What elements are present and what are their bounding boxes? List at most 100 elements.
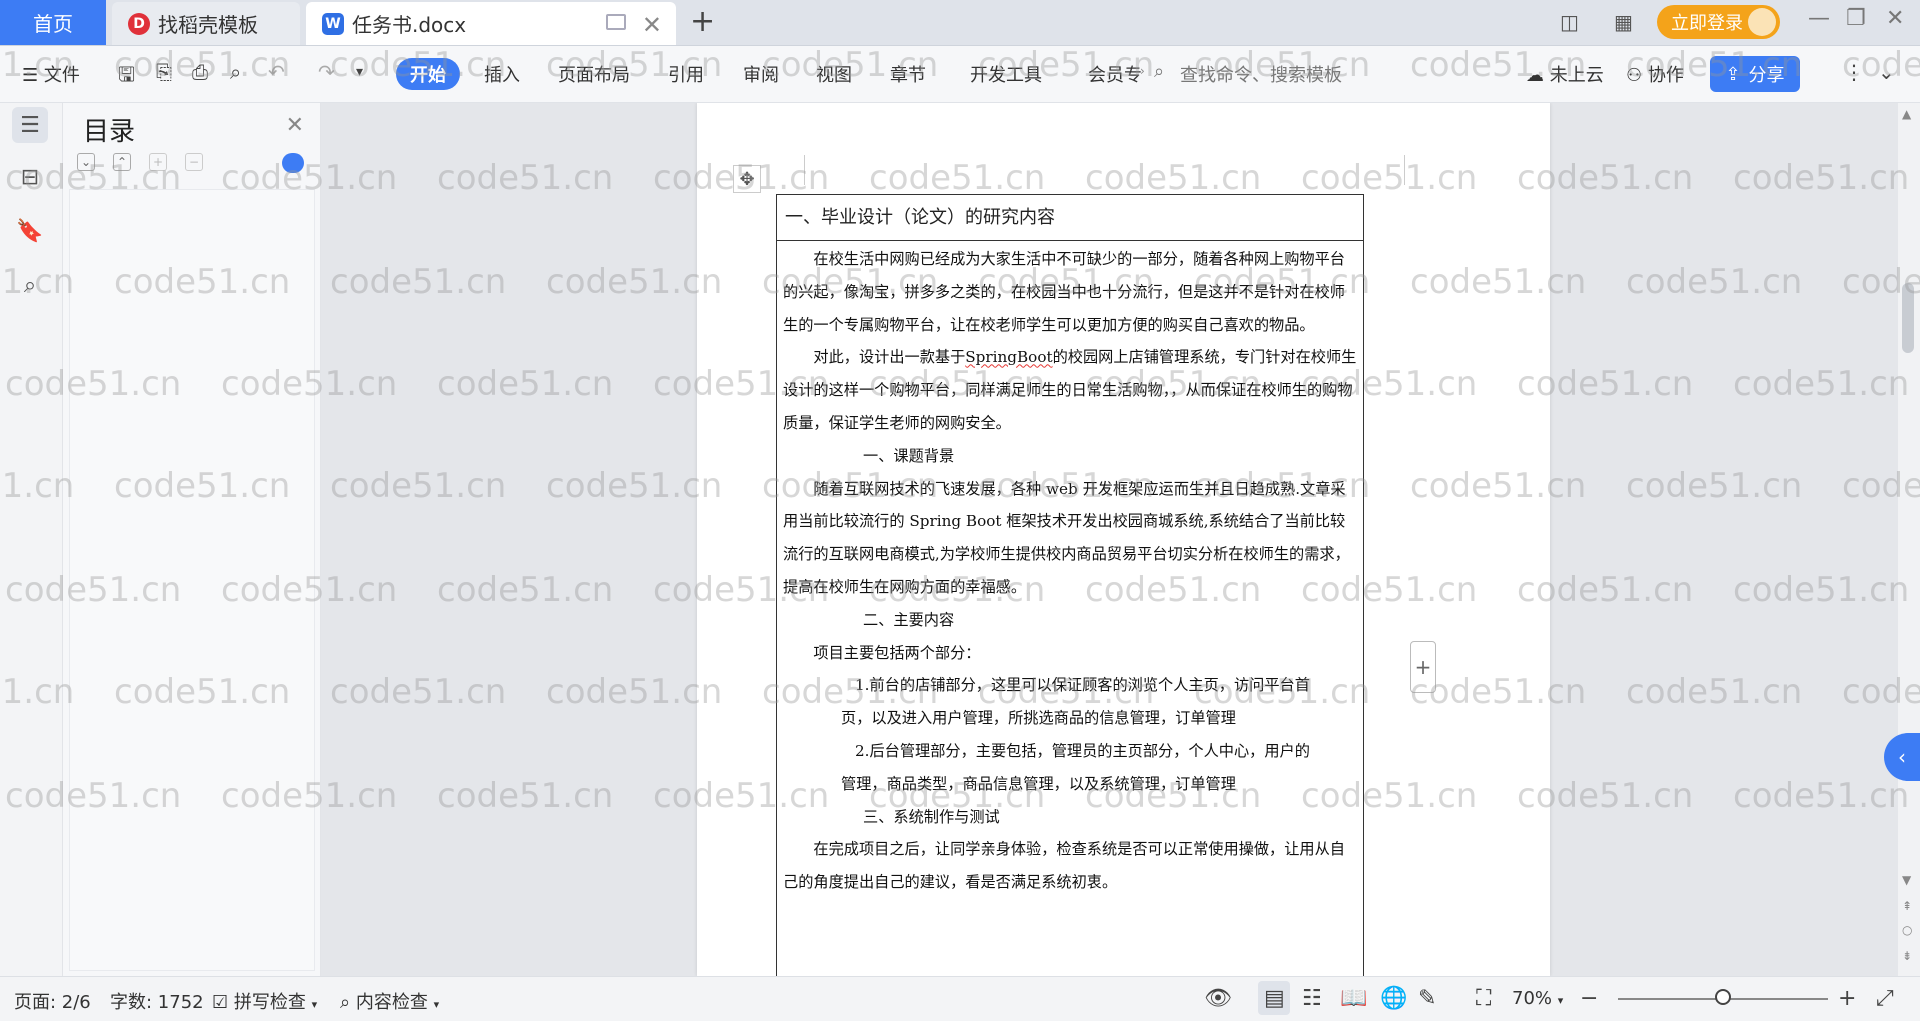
tab-page-layout[interactable]: 页面布局 bbox=[558, 61, 630, 87]
collaborate-button[interactable]: ⚇ 协作 bbox=[1626, 61, 1684, 87]
tab-home[interactable]: 首页 bbox=[0, 0, 106, 45]
tab-view[interactable]: 视图 bbox=[816, 61, 852, 87]
collapse-all-icon[interactable]: ⌃ bbox=[113, 153, 131, 171]
fit-page-icon[interactable]: ⛶ bbox=[1476, 986, 1491, 1011]
expand-all-icon[interactable]: ⌄ bbox=[77, 153, 95, 171]
tab-template-store[interactable]: D 找稻壳模板 bbox=[112, 2, 300, 45]
tab-start-label: 开始 bbox=[410, 65, 446, 86]
export-icon[interactable]: ⎘ bbox=[156, 60, 172, 84]
add-heading-icon[interactable]: + bbox=[149, 153, 167, 171]
new-tab-plus-icon[interactable]: + bbox=[690, 4, 715, 39]
print-preview-icon[interactable]: ⌕ bbox=[230, 60, 241, 84]
ribbon-more-icon[interactable]: › bbox=[1140, 64, 1145, 78]
print-icon[interactable]: ⎙ bbox=[192, 60, 208, 84]
monitor-icon[interactable] bbox=[606, 14, 626, 30]
find-icon[interactable]: ⌕ bbox=[12, 267, 48, 303]
scroll-down-icon[interactable]: ▼ bbox=[1902, 873, 1911, 887]
zoom-in-icon[interactable]: + bbox=[1838, 986, 1856, 1011]
avatar bbox=[1748, 8, 1776, 36]
scroll-thumb[interactable] bbox=[1902, 283, 1914, 353]
spell-check-button[interactable]: ☑ 拼写检查 ▾ bbox=[212, 988, 317, 1014]
close-pane-icon[interactable]: ✕ bbox=[286, 113, 304, 138]
list-item-line: 页，以及进入用户管理，所挑选商品的信息管理，订单管理 bbox=[841, 709, 1236, 728]
collaborate-label: 协作 bbox=[1647, 65, 1684, 86]
minimize-icon[interactable]: — bbox=[1808, 6, 1830, 31]
hamburger-icon: ☰ bbox=[22, 65, 39, 86]
select-browse-icon[interactable]: ○ bbox=[1902, 923, 1912, 937]
more-options-icon[interactable]: ⋮ bbox=[1844, 60, 1864, 84]
zoom-level[interactable]: 70% ▾ bbox=[1512, 988, 1563, 1009]
command-search-placeholder: 查找命令、搜索模板 bbox=[1180, 65, 1342, 86]
window-close-icon[interactable]: ✕ bbox=[1886, 6, 1904, 31]
status-bar: 页面: 2/6 字数: 1752 ☑ 拼写检查 ▾ ⌕ 内容检查 ▾ 👁 ▤ ☷… bbox=[0, 976, 1920, 1021]
zoom-level-value: 70% bbox=[1512, 988, 1553, 1009]
restore-icon[interactable]: ❐ bbox=[1846, 6, 1866, 31]
smart-toc-icon[interactable] bbox=[282, 153, 304, 173]
paragraph: 在完成项目之后，让同学亲身体验，检查系统是否可以正常使用操做，让用从自己的角度提… bbox=[783, 840, 1345, 892]
share-button[interactable]: ⇪ 分享 bbox=[1710, 56, 1800, 92]
content-check-button[interactable]: ⌕ 内容检查 ▾ bbox=[340, 988, 439, 1014]
cloud-status-label: 未上云 bbox=[1549, 65, 1604, 86]
chapter-nav-icon[interactable]: ⊟ bbox=[12, 159, 48, 195]
page-view-icon[interactable]: ▤ bbox=[1264, 986, 1285, 1011]
close-tab-icon[interactable]: ✕ bbox=[642, 11, 662, 39]
add-column-plus-icon[interactable]: + bbox=[1410, 641, 1436, 693]
tab-sections[interactable]: 章节 bbox=[890, 61, 926, 87]
login-button[interactable]: 立即登录 bbox=[1657, 5, 1780, 39]
tab-review[interactable]: 审阅 bbox=[743, 61, 779, 87]
share-icon: ⇪ bbox=[1725, 63, 1741, 85]
tab-document[interactable]: W 任务书.docx ✕ bbox=[306, 2, 676, 45]
word-count[interactable]: 字数: 1752 bbox=[110, 988, 204, 1014]
list-item: 2.后台管理部分，主要包括，管理员的主页部分，个人中心，用户的 管理，商品类型，商… bbox=[783, 735, 1357, 801]
document-canvas[interactable]: ✥ 一、毕业设计（论文）的研究内容 在校生活中网购已经成为大家生活中不可缺少的一… bbox=[321, 103, 1898, 976]
file-menu[interactable]: ☰ 文件 bbox=[22, 61, 80, 87]
redo-icon[interactable]: ↷ bbox=[318, 60, 335, 84]
writer-doc-icon: W bbox=[322, 12, 344, 35]
spell-check-icon: ☑ bbox=[212, 992, 229, 1013]
spelling-error-term[interactable]: SpringBoot bbox=[965, 348, 1052, 366]
next-page-icon[interactable]: ⇟ bbox=[1902, 949, 1912, 963]
list-item-line: 管理，商品类型，商品信息管理，以及系统管理，订单管理 bbox=[841, 774, 1236, 793]
outline-view-icon[interactable]: ☷ bbox=[1302, 986, 1322, 1011]
paragraph: 在校生活中网购已经成为大家生活中不可缺少的一部分，随着各种网上购物平台的兴起，像… bbox=[783, 250, 1345, 334]
tab-developer[interactable]: 开发工具 bbox=[970, 61, 1042, 87]
fullscreen-icon[interactable]: ⤢ bbox=[1876, 986, 1894, 1011]
outline-icon[interactable]: ☰ bbox=[12, 107, 48, 143]
zoom-out-icon[interactable]: − bbox=[1580, 986, 1598, 1011]
undo-icon[interactable]: ↶ bbox=[268, 60, 285, 84]
zoom-slider-knob[interactable] bbox=[1715, 989, 1731, 1005]
vertical-scrollbar[interactable]: ▲ ▼ ⇞ ○ ⇟ bbox=[1898, 103, 1920, 976]
chevron-down-icon: ▾ bbox=[311, 998, 318, 1011]
table-move-handle-icon[interactable]: ✥ bbox=[733, 165, 761, 193]
cloud-status[interactable]: ☁ 未上云 bbox=[1526, 61, 1604, 87]
reading-view-icon[interactable]: 📖 bbox=[1340, 986, 1367, 1011]
tab-start[interactable]: 开始 bbox=[396, 58, 460, 90]
list-item-line: 1.前台的店铺部分，这里可以保证顾客的浏览个人主页，访问平台首 bbox=[855, 676, 1310, 695]
chevron-down-icon[interactable]: ▾ bbox=[356, 64, 363, 80]
bookmark-icon[interactable]: 🔖 bbox=[12, 213, 48, 249]
collapse-ribbon-icon[interactable]: ⌄ bbox=[1878, 60, 1895, 84]
spell-check-label: 拼写检查 bbox=[233, 992, 306, 1013]
tab-template-label: 找稻壳模板 bbox=[158, 13, 258, 37]
reading-layout-icon[interactable]: ◫ bbox=[1560, 10, 1579, 34]
prev-page-icon[interactable]: ⇞ bbox=[1902, 899, 1912, 913]
command-search[interactable]: ⌕ 查找命令、搜索模板 bbox=[1154, 61, 1342, 87]
page-indicator[interactable]: 页面: 2/6 bbox=[14, 988, 91, 1014]
tab-references[interactable]: 引用 bbox=[668, 61, 704, 87]
write-mode-icon[interactable]: ✎ bbox=[1418, 986, 1436, 1011]
remove-heading-icon[interactable]: − bbox=[185, 153, 203, 171]
document-table[interactable]: 一、毕业设计（论文）的研究内容 在校生活中网购已经成为大家生活中不可缺少的一部分… bbox=[776, 194, 1364, 976]
section-heading: 二、主要内容 bbox=[863, 610, 955, 629]
search-icon: ⌕ bbox=[1154, 61, 1165, 82]
file-menu-label: 文件 bbox=[43, 65, 80, 86]
apps-grid-icon[interactable]: ▦ bbox=[1614, 10, 1633, 34]
save-icon[interactable]: 🖫 bbox=[118, 60, 135, 94]
toc-title: 目录 bbox=[83, 117, 136, 147]
scroll-up-icon[interactable]: ▲ bbox=[1902, 107, 1911, 121]
paragraph-text: 对此，设计出一款基于 bbox=[813, 348, 966, 367]
left-rail: ☰ ⊟ 🔖 ⌕ bbox=[0, 103, 63, 976]
web-view-icon[interactable]: 🌐 bbox=[1380, 986, 1407, 1011]
tab-insert[interactable]: 插入 bbox=[484, 61, 520, 87]
tab-member[interactable]: 会员专 bbox=[1088, 61, 1142, 87]
eye-protection-icon[interactable]: 👁 bbox=[1204, 986, 1232, 1011]
